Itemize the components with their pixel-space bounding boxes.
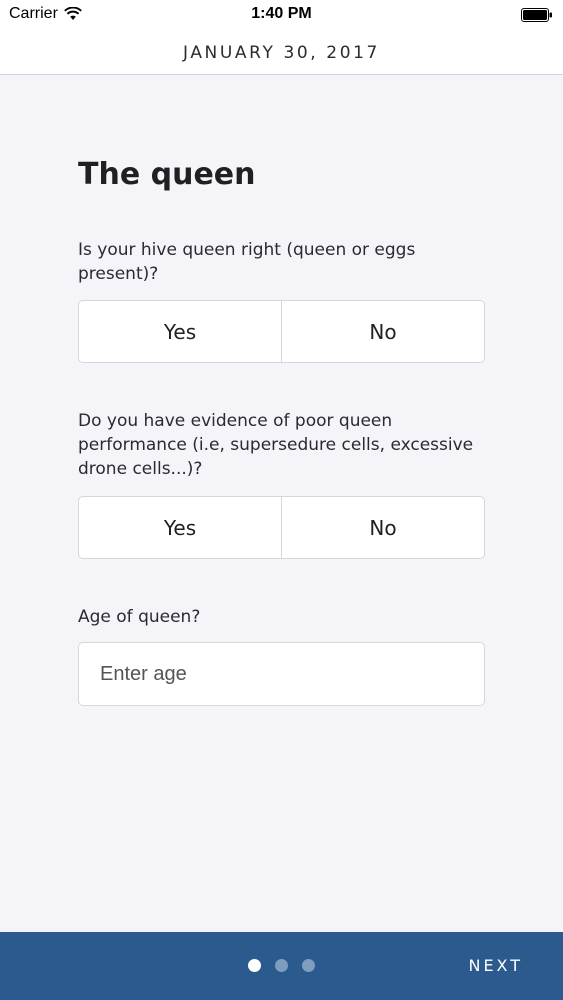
queen-right-no-button[interactable]: No xyxy=(281,301,484,362)
poor-performance-no-button[interactable]: No xyxy=(281,497,484,558)
date-title: JANUARY 30, 2017 xyxy=(183,43,380,63)
page-dot-active xyxy=(248,959,261,972)
battery-icon xyxy=(521,8,552,22)
queen-age-input[interactable] xyxy=(78,642,485,706)
question-poor-performance: Do you have evidence of poor queen perfo… xyxy=(78,411,474,479)
question-queen-right: Is your hive queen right (queen or eggs … xyxy=(78,240,416,284)
next-button[interactable]: NEXT xyxy=(468,956,523,975)
queen-right-toggle: Yes No xyxy=(78,300,485,363)
status-time: 1:40 PM xyxy=(251,5,312,22)
poor-performance-toggle: Yes No xyxy=(78,496,485,559)
page-dot xyxy=(275,959,288,972)
question-queen-age: Age of queen? xyxy=(78,607,201,627)
status-bar: Carrier 1:40 PM xyxy=(0,0,563,30)
page-dot xyxy=(302,959,315,972)
queen-right-yes-button[interactable]: Yes xyxy=(79,301,281,362)
app-header: JANUARY 30, 2017 xyxy=(0,30,563,75)
section-title: The queen xyxy=(78,157,256,192)
footer-bar: NEXT xyxy=(0,932,563,1000)
queen-form: The queen Is your hive queen right (quee… xyxy=(78,150,485,706)
page-indicator xyxy=(248,959,329,972)
poor-performance-yes-button[interactable]: Yes xyxy=(79,497,281,558)
